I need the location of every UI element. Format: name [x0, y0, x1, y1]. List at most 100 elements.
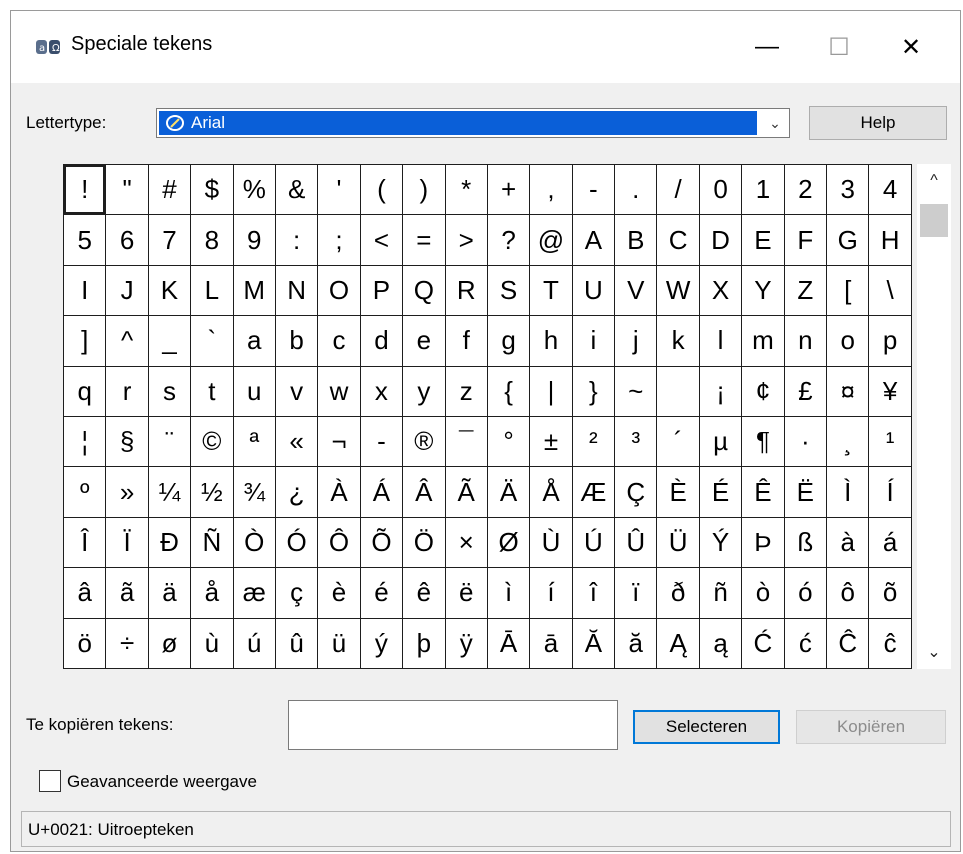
character-cell[interactable]: c: [318, 316, 361, 367]
character-cell[interactable]: Ã: [445, 467, 488, 518]
character-cell[interactable]: (: [360, 165, 404, 216]
character-cell[interactable]: Ì: [827, 467, 870, 518]
character-cell[interactable]: 2: [784, 165, 828, 216]
character-cell[interactable]: »: [106, 467, 149, 518]
character-cell[interactable]: Ê: [742, 467, 785, 518]
character-cell[interactable]: ª: [233, 416, 276, 468]
character-cell[interactable]: \: [869, 265, 912, 317]
scroll-thumb[interactable]: [920, 204, 948, 237]
character-cell[interactable]: Ð: [148, 517, 192, 569]
character-cell[interactable]: 7: [148, 215, 192, 266]
scroll-up-icon[interactable]: ^: [917, 164, 951, 198]
character-cell[interactable]: Æ: [572, 467, 616, 518]
character-cell[interactable]: H: [869, 215, 912, 266]
character-cell[interactable]: }: [572, 366, 616, 417]
character-cell[interactable]: q: [64, 366, 107, 417]
character-cell[interactable]: L: [191, 265, 234, 317]
character-cell[interactable]: â: [64, 568, 107, 619]
character-cell[interactable]: ¨: [148, 416, 192, 468]
character-cell[interactable]: õ: [869, 568, 912, 619]
character-cell[interactable]: ă: [615, 618, 658, 669]
character-cell[interactable]: h: [530, 316, 573, 367]
character-cell[interactable]: í: [530, 568, 573, 619]
character-cell[interactable]: p: [869, 316, 912, 367]
character-cell[interactable]: i: [572, 316, 616, 367]
maximize-button[interactable]: ☐: [803, 11, 875, 83]
character-cell[interactable]: C: [657, 215, 700, 266]
character-cell[interactable]: ¥: [869, 366, 912, 417]
character-cell[interactable]: *: [445, 165, 488, 216]
character-cell[interactable]: w: [318, 366, 361, 417]
character-cell[interactable]: m: [742, 316, 785, 367]
character-cell[interactable]: ¦: [64, 416, 107, 468]
character-cell[interactable]: å: [191, 568, 234, 619]
character-cell[interactable]: T: [530, 265, 573, 317]
character-cell[interactable]: î: [572, 568, 616, 619]
character-cell[interactable]: g: [487, 316, 531, 367]
character-cell[interactable]: ': [318, 165, 361, 216]
character-cell[interactable]: Þ: [742, 517, 785, 569]
character-cell[interactable]: O: [318, 265, 361, 317]
character-cell[interactable]: [657, 366, 700, 417]
character-cell[interactable]: ñ: [699, 568, 743, 619]
character-cell[interactable]: N: [275, 265, 319, 317]
character-cell[interactable]: Î: [64, 517, 107, 569]
character-cell[interactable]: Ï: [106, 517, 149, 569]
characters-to-copy-field[interactable]: [288, 700, 618, 750]
character-cell[interactable]: ;: [318, 215, 361, 266]
copy-button[interactable]: Kopiëren: [796, 710, 946, 744]
character-cell[interactable]: ×: [445, 517, 488, 569]
character-cell[interactable]: _: [148, 316, 192, 367]
character-cell[interactable]: -: [572, 165, 616, 216]
character-cell[interactable]: Y: [742, 265, 785, 317]
character-cell[interactable]: 5: [64, 215, 107, 266]
character-cell[interactable]: S: [487, 265, 531, 317]
character-cell[interactable]: z: [445, 366, 488, 417]
character-cell[interactable]: ê: [403, 568, 446, 619]
font-dropdown[interactable]: Arial ⌄: [156, 108, 790, 138]
character-cell[interactable]: «: [275, 416, 319, 468]
character-cell[interactable]: ®: [403, 416, 446, 468]
character-cell[interactable]: U: [572, 265, 616, 317]
character-cell[interactable]: ā: [530, 618, 573, 669]
character-cell[interactable]: Û: [615, 517, 658, 569]
character-cell[interactable]: ï: [615, 568, 658, 619]
character-cell[interactable]: J: [106, 265, 149, 317]
character-cell[interactable]: ¾: [233, 467, 276, 518]
character-cell[interactable]: Z: [784, 265, 828, 317]
character-cell[interactable]: µ: [699, 416, 743, 468]
character-cell[interactable]: ¯: [445, 416, 488, 468]
character-cell[interactable]: V: [615, 265, 658, 317]
character-cell[interactable]: ": [106, 165, 149, 216]
character-cell[interactable]: #: [148, 165, 192, 216]
character-cell[interactable]: Õ: [360, 517, 404, 569]
character-cell[interactable]: f: [445, 316, 488, 367]
character-cell[interactable]: á: [869, 517, 912, 569]
character-cell[interactable]: é: [360, 568, 404, 619]
character-cell[interactable]: X: [699, 265, 743, 317]
character-cell[interactable]: r: [106, 366, 149, 417]
character-cell[interactable]: @: [530, 215, 573, 266]
help-button[interactable]: Help: [809, 106, 947, 140]
character-cell[interactable]: G: [827, 215, 870, 266]
character-cell[interactable]: R: [445, 265, 488, 317]
character-cell[interactable]: 3: [827, 165, 870, 216]
character-cell[interactable]: Ë: [784, 467, 828, 518]
character-cell[interactable]: ý: [360, 618, 404, 669]
character-cell[interactable]: 0: [699, 165, 743, 216]
character-cell[interactable]: .: [615, 165, 658, 216]
character-cell[interactable]: $: [191, 165, 234, 216]
character-cell[interactable]: ÷: [106, 618, 149, 669]
character-cell[interactable]: ô: [827, 568, 870, 619]
character-cell[interactable]: ć: [784, 618, 828, 669]
character-cell[interactable]: ù: [191, 618, 234, 669]
character-cell[interactable]: ë: [445, 568, 488, 619]
character-cell[interactable]: Ö: [403, 517, 446, 569]
character-cell[interactable]: ¶: [742, 416, 785, 468]
character-cell[interactable]: ú: [233, 618, 276, 669]
character-cell[interactable]: /: [657, 165, 700, 216]
character-cell[interactable]: ¿: [275, 467, 319, 518]
character-cell[interactable]: s: [148, 366, 192, 417]
character-cell[interactable]: Ù: [530, 517, 573, 569]
character-cell[interactable]: <: [360, 215, 404, 266]
